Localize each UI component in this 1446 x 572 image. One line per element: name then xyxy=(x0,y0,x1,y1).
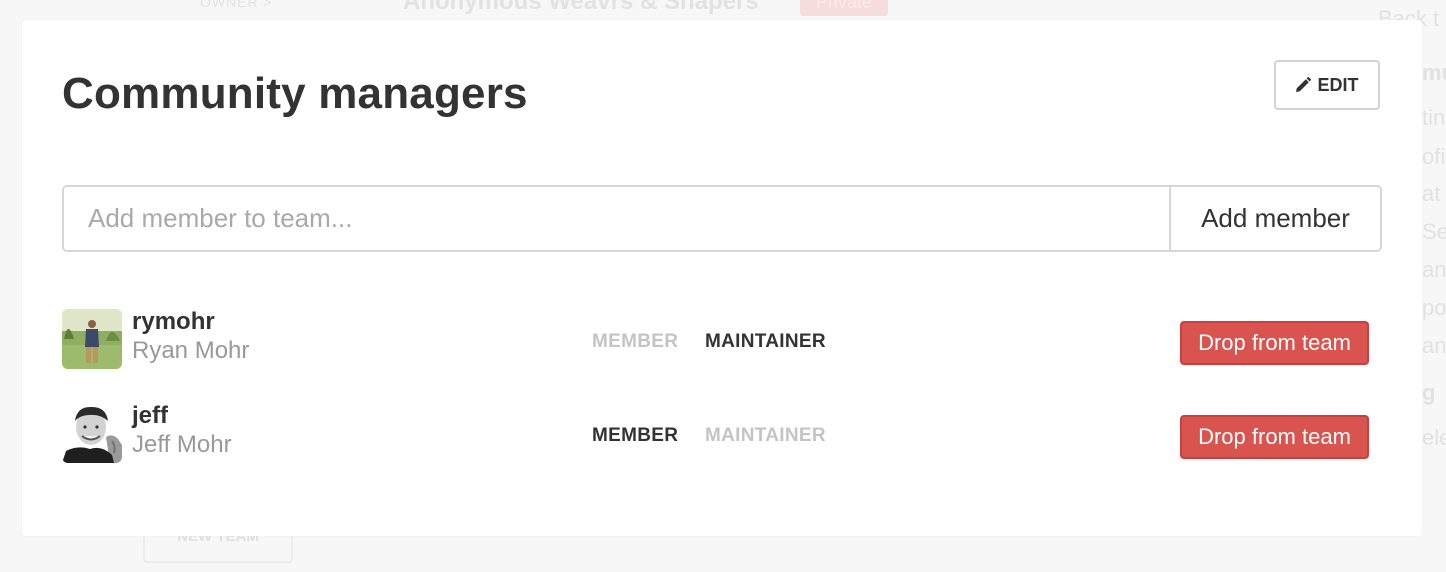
bg-new-team-button: NEW TEAM xyxy=(143,535,293,563)
edit-button-label: EDIT xyxy=(1317,74,1359,95)
add-member-input[interactable] xyxy=(64,187,1169,250)
modal-title: Community managers xyxy=(62,69,528,118)
bg-sidebar-fragment: Sec xyxy=(1422,219,1446,244)
avatar xyxy=(62,309,122,369)
bg-sidebar-fragment: mu xyxy=(1422,60,1446,85)
role-maintainer-option[interactable]: MAINTAINER xyxy=(705,425,826,447)
edit-button[interactable]: EDIT xyxy=(1274,60,1380,110)
bg-sidebar-fragment: an xyxy=(1422,257,1446,282)
drop-from-team-button[interactable]: Drop from team xyxy=(1180,415,1369,459)
bg-sidebar-fragment: ele xyxy=(1422,425,1446,450)
bg-sidebar-fragment: g xyxy=(1422,380,1436,405)
add-member-form: Add member xyxy=(62,185,1382,252)
add-member-button[interactable]: Add member xyxy=(1169,187,1380,250)
member-full-name: Jeff Mohr xyxy=(132,431,232,458)
member-row: jeff Jeff Mohr MEMBER MAINTAINER Drop fr… xyxy=(62,402,1382,463)
bg-owner-breadcrumb: OWNER > xyxy=(200,0,273,10)
role-member-option[interactable]: MEMBER xyxy=(592,331,678,353)
member-username: jeff xyxy=(132,402,168,429)
team-modal: Community managers EDIT Add member to te… xyxy=(22,20,1422,536)
member-full-name: Ryan Mohr xyxy=(132,337,250,364)
bg-sidebar-fragment: po xyxy=(1422,295,1446,320)
bg-sidebar-fragment: ofi xyxy=(1422,144,1446,169)
avatar xyxy=(62,403,122,463)
role-member-option[interactable]: MEMBER xyxy=(592,425,678,447)
bg-sidebar-fragment: at xyxy=(1422,181,1441,206)
bg-sidebar-fragment: tin xyxy=(1422,105,1446,130)
bg-private-badge: Private xyxy=(800,0,888,16)
pencil-icon xyxy=(1295,77,1312,93)
member-username: rymohr xyxy=(132,308,215,335)
drop-from-team-button[interactable]: Drop from team xyxy=(1180,321,1369,365)
bg-sidebar-fragment: an xyxy=(1422,333,1446,358)
member-list: rymohr Ryan Mohr MEMBER MAINTAINER Drop … xyxy=(62,308,1382,497)
member-row: rymohr Ryan Mohr MEMBER MAINTAINER Drop … xyxy=(62,308,1382,369)
role-maintainer-option[interactable]: MAINTAINER xyxy=(705,331,826,353)
bg-team-title: Anonymous Weavrs & Shapers xyxy=(403,0,759,15)
